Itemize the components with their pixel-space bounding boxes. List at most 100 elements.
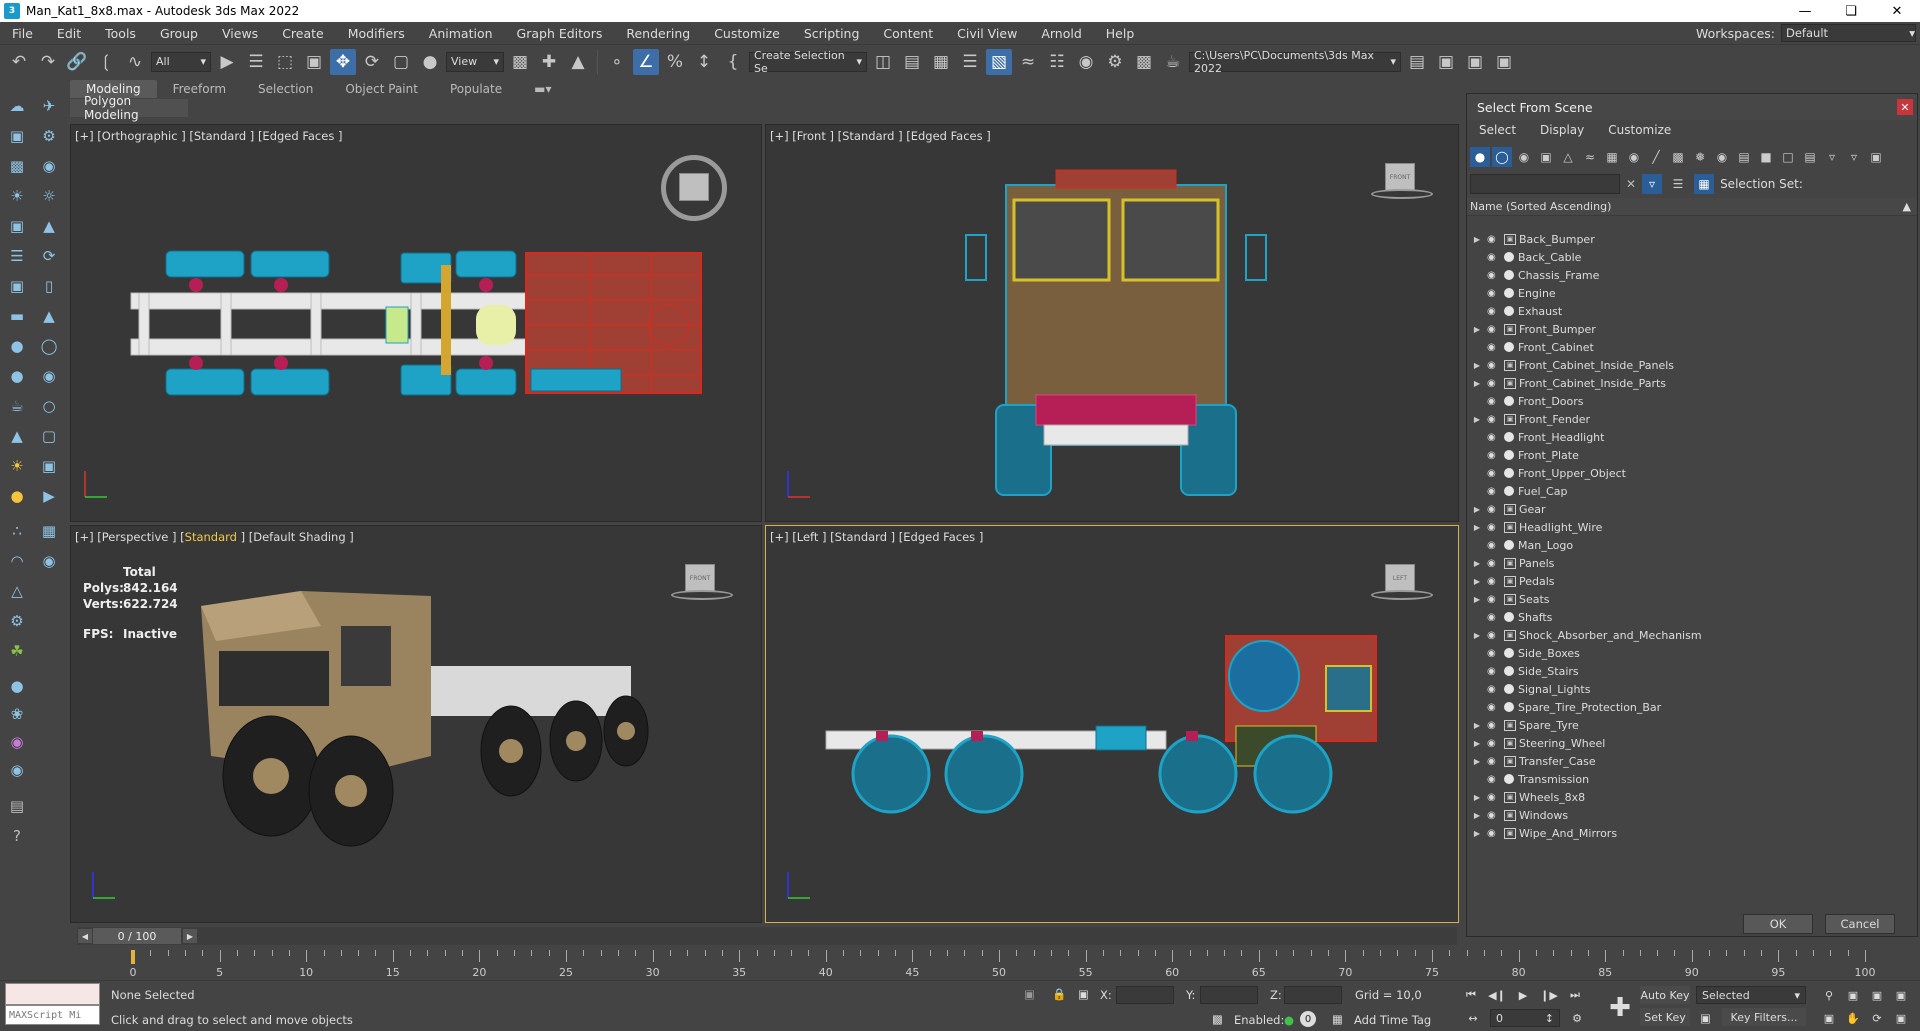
next-frame-icon[interactable]: ▶ [183, 929, 197, 943]
list-item[interactable]: ▶ ◉ ▣ Front_Cabinet_Inside_Parts [1467, 374, 1917, 392]
helper-icon[interactable]: ▲ [38, 215, 60, 237]
menu-modifiers[interactable]: Modifiers [336, 26, 417, 41]
visibility-eye-icon[interactable]: ◉ [1487, 612, 1501, 623]
viewport-front[interactable]: [+] [Front ] [Standard ] [Edged Faces ] … [765, 124, 1459, 522]
viewcube[interactable]: FRONT [1371, 163, 1433, 199]
selection-filter-dropdown[interactable]: All ▾ [151, 51, 211, 72]
project-folder-dropdown[interactable]: C:\Users\PC\Documents\3ds Max 2022 ▾ [1189, 49, 1401, 75]
add-time-tag[interactable]: Add Time Tag [1354, 1013, 1431, 1027]
list-item[interactable]: ▶ ◉ ▣ Front_Bumper [1467, 320, 1917, 338]
expand-arrow-icon[interactable]: ▶ [1471, 235, 1483, 244]
visibility-eye-icon[interactable]: ◉ [1487, 774, 1501, 785]
visibility-eye-icon[interactable]: ◉ [1487, 522, 1501, 533]
list-item[interactable]: ▶ ◉ ▣ Spare_Tyre [1467, 716, 1917, 734]
maximize-viewport-icon[interactable]: ▣ [1892, 1009, 1910, 1027]
viewcube-ring[interactable] [1371, 590, 1433, 600]
toggle-ribbon-icon[interactable]: ▧ [986, 48, 1012, 75]
spacewarp-icon[interactable]: ☰ [6, 245, 28, 267]
particle-icon[interactable]: ∴ [6, 520, 28, 542]
document-icon[interactable]: ▤ [6, 795, 28, 817]
list-item[interactable]: ▶ ◉ ▣ Front_Fender [1467, 410, 1917, 428]
modify-panel-icon[interactable]: ✈ [38, 95, 60, 117]
previous-frame-icon[interactable]: ◀ [78, 929, 92, 943]
filter-options-icon[interactable]: ▿ [1822, 147, 1842, 167]
gear-icon[interactable]: ⚙ [6, 610, 28, 632]
hierarchy-icon[interactable]: ▦ [1694, 174, 1715, 194]
layout-icon-1[interactable]: ▣ [1433, 49, 1459, 75]
visibility-eye-icon[interactable]: ◉ [1487, 576, 1501, 587]
visibility-eye-icon[interactable]: ◉ [1487, 432, 1501, 443]
globe-icon[interactable]: ◉ [6, 759, 28, 781]
list-item[interactable]: ◉ Side_Boxes [1467, 644, 1917, 662]
sphere-icon[interactable]: ● [6, 335, 28, 357]
list-item[interactable]: ◉ Front_Upper_Object [1467, 464, 1917, 482]
list-item[interactable]: ◉ Side_Stairs [1467, 662, 1917, 680]
expand-arrow-icon[interactable]: ▶ [1471, 631, 1483, 640]
expand-arrow-icon[interactable]: ▶ [1471, 757, 1483, 766]
menu-graph-editors[interactable]: Graph Editors [505, 26, 615, 41]
menu-edit[interactable]: Edit [45, 26, 93, 41]
display-helpers-icon[interactable]: △ [1558, 147, 1578, 167]
redo-icon[interactable]: ↷ [35, 49, 61, 75]
sphere-primitive-icon[interactable]: ● [6, 675, 28, 697]
snaps-toggle-icon[interactable]: ∘ [604, 49, 630, 75]
box-icon[interactable]: ▢ [38, 425, 60, 447]
tab-populate[interactable]: Populate [434, 80, 518, 98]
visibility-eye-icon[interactable]: ◉ [1487, 450, 1501, 461]
spinner-snap-icon[interactable]: ↕ [691, 49, 717, 75]
pyramid-icon[interactable]: ▲ [6, 425, 28, 447]
tab-object-paint[interactable]: Object Paint [329, 80, 434, 98]
menu-content[interactable]: Content [871, 26, 945, 41]
reference-coordinate-dropdown[interactable]: View ▾ [446, 51, 504, 72]
camera-icon[interactable]: ▣ [6, 215, 28, 237]
display-particles-icon[interactable]: ❅ [1690, 147, 1710, 167]
eye-icon[interactable]: ◉ [38, 550, 60, 572]
select-and-rotate-icon[interactable]: ⟳ [359, 49, 385, 75]
expand-arrow-icon[interactable]: ▶ [1471, 379, 1483, 388]
help-icon[interactable]: ? [6, 825, 28, 847]
visibility-eye-icon[interactable]: ◉ [1487, 810, 1501, 821]
key-filters-button[interactable]: Key Filters... [1722, 1008, 1806, 1026]
time-slider-track[interactable] [77, 927, 1457, 945]
menu-arnold[interactable]: Arnold [1029, 26, 1093, 41]
visibility-eye-icon[interactable]: ◉ [1487, 684, 1501, 695]
light-icon[interactable]: ◉ [38, 155, 60, 177]
display-frozen-icon[interactable]: ▤ [1734, 147, 1754, 167]
visibility-eye-icon[interactable]: ◉ [1487, 540, 1501, 551]
schematic-view-icon[interactable]: ☷ [1044, 49, 1070, 75]
key-mode-dropdown[interactable]: Selected ▾ [1696, 986, 1806, 1004]
menu-scripting[interactable]: Scripting [792, 26, 872, 41]
viewcube-ring[interactable] [671, 590, 733, 600]
expand-arrow-icon[interactable]: ▶ [1471, 523, 1483, 532]
list-item[interactable]: ◉ Transmission [1467, 770, 1917, 788]
time-configuration-icon[interactable]: ⚙ [1568, 1009, 1586, 1027]
viewcube-face[interactable] [679, 173, 709, 201]
x-coordinate-field[interactable] [1116, 986, 1174, 1004]
torus-icon[interactable]: ◯ [38, 335, 60, 357]
menu-create[interactable]: Create [270, 26, 336, 41]
create-panel-icon[interactable]: ☁ [6, 95, 28, 117]
grid-helper-icon[interactable]: ▦ [38, 520, 60, 542]
maximize-icon[interactable]: ❏ [1828, 0, 1874, 22]
motion-panel-icon[interactable]: ⚙ [38, 125, 60, 147]
y-coordinate-field[interactable] [1200, 986, 1258, 1004]
percent-snap-icon[interactable]: % [662, 49, 688, 75]
render-setup-icon[interactable]: ⚙ [1102, 49, 1128, 75]
previous-key-icon[interactable]: ◀❙ [1488, 986, 1506, 1004]
layout-icon-2[interactable]: ▣ [1462, 49, 1488, 75]
list-item[interactable]: ▶ ◉ ▣ Back_Bumper [1467, 230, 1917, 248]
list-item[interactable]: ◉ Front_Doors [1467, 392, 1917, 410]
display-panel-icon[interactable]: ▩ [6, 155, 28, 177]
zoom-icon[interactable]: ⚲ [1820, 986, 1838, 1004]
z-coordinate-field[interactable] [1284, 986, 1342, 1004]
manipulate-icon[interactable]: ✚ [536, 49, 562, 75]
display-xrefs-icon[interactable]: ◉ [1624, 147, 1644, 167]
visibility-eye-icon[interactable]: ◉ [1487, 702, 1501, 713]
list-item[interactable]: ◉ Chassis_Frame [1467, 266, 1917, 284]
material-editor-icon[interactable]: ◉ [1073, 49, 1099, 75]
utilities-icon[interactable]: ☀ [6, 185, 28, 207]
arnold-icon[interactable]: ◉ [6, 731, 28, 753]
cancel-button[interactable]: Cancel [1825, 914, 1895, 934]
hierarchy-panel-icon[interactable]: ▣ [6, 125, 28, 147]
project-folder-icon[interactable]: ▤ [1404, 49, 1430, 75]
